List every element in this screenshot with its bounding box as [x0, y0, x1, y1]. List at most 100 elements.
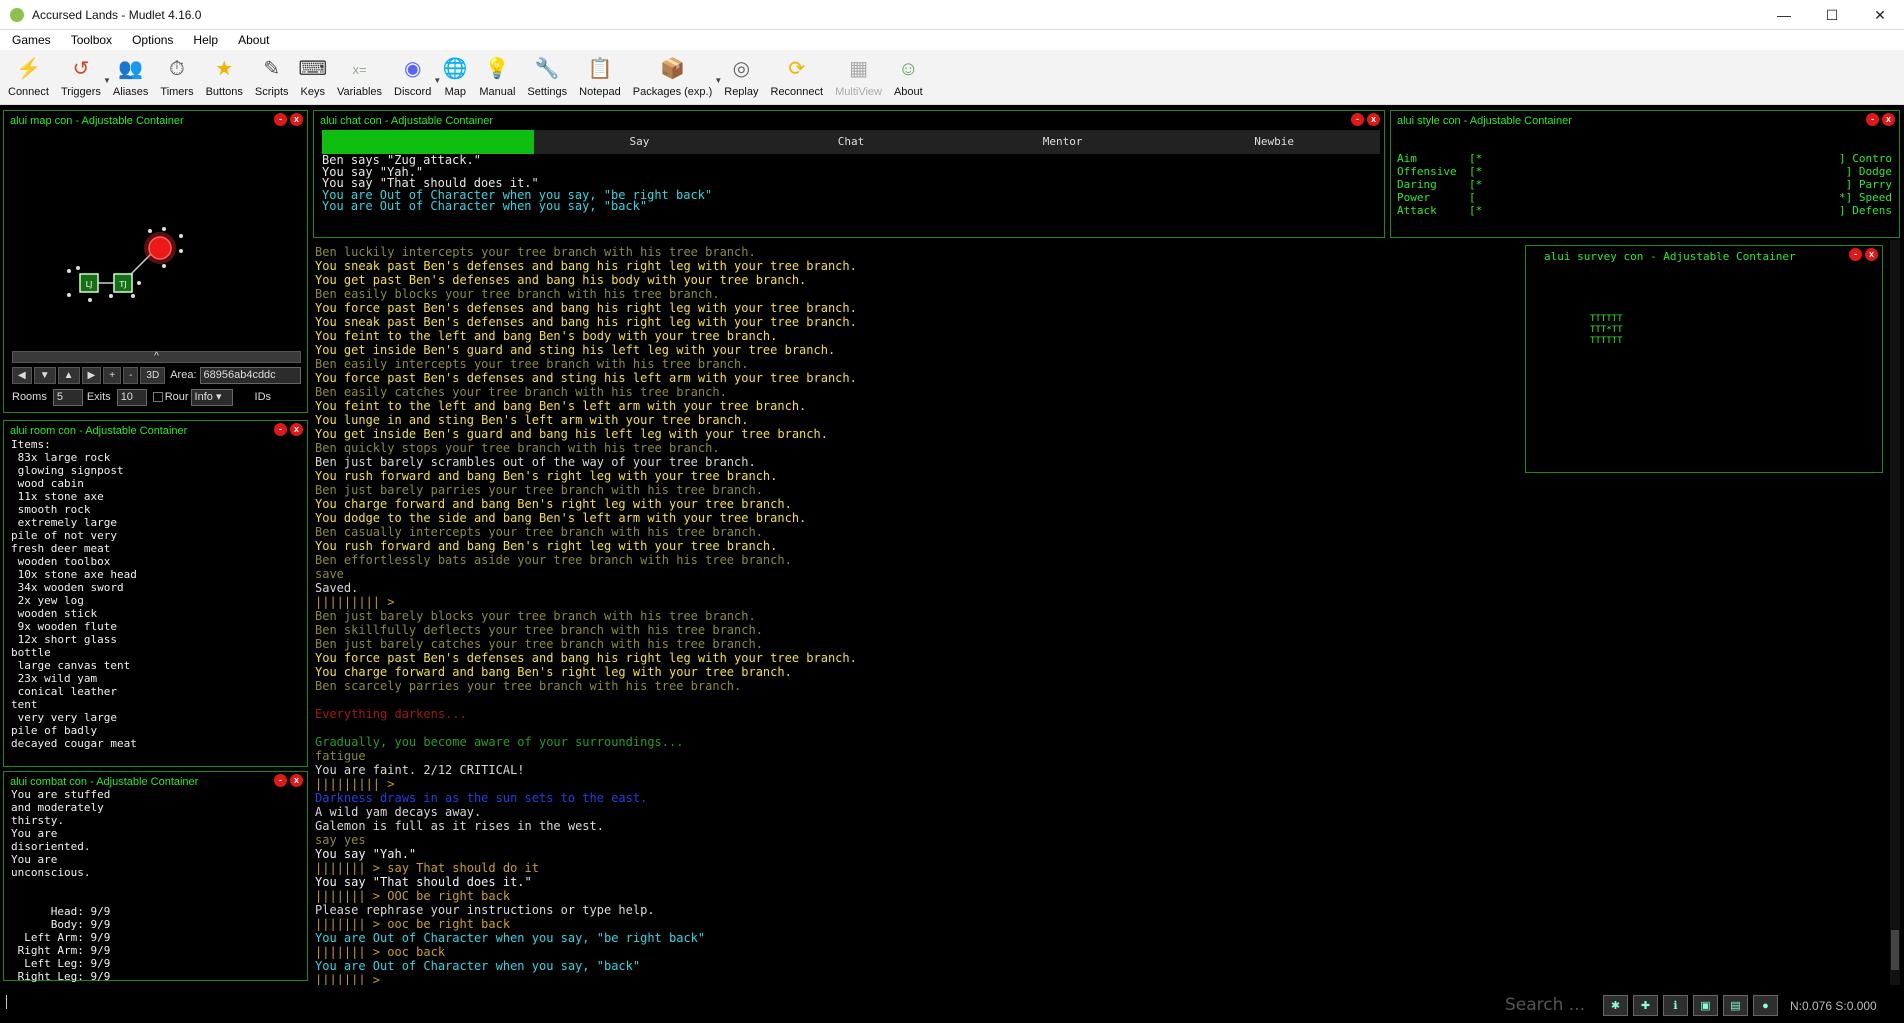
round-checkbox[interactable]: [152, 392, 163, 402]
scrollbar-thumb[interactable]: [1891, 930, 1899, 970]
toolbar-discord-button[interactable]: ◉ Discord ▼: [394, 50, 441, 105]
tab-newbie[interactable]: Newbie: [1168, 130, 1380, 154]
style-slider[interactable]: [*: [1469, 204, 1482, 217]
output-line: You force past Ben's defenses and bang h…: [315, 301, 857, 315]
style-container: alui style con - Adjustable Container -x…: [1390, 110, 1900, 238]
menu-options[interactable]: Options: [132, 33, 173, 47]
close-window-button[interactable]: ✕: [1856, 0, 1904, 30]
main-scrollbar[interactable]: [1890, 240, 1900, 990]
tab-chat[interactable]: Chat: [745, 130, 957, 154]
output-line: You force past Ben's defenses and bang h…: [315, 651, 857, 665]
dropdown-arrow-icon[interactable]: ▼: [714, 76, 722, 85]
info-icon[interactable]: ℹ: [1663, 995, 1688, 1016]
output-line: You sneak past Ben's defenses and bang h…: [315, 315, 857, 329]
toolbar-buttons-button[interactable]: ★ Buttons: [206, 50, 243, 105]
toolbar-reconnect-button[interactable]: ⟳ Reconnect: [771, 50, 824, 105]
toolbar-variables-button[interactable]: x= Variables: [337, 50, 382, 105]
map-3d-button[interactable]: 3D: [140, 366, 166, 384]
trigger-toggle-icon[interactable]: ✱: [1603, 995, 1628, 1016]
clock-icon: ⏱: [169, 58, 185, 80]
close-container-icon[interactable]: x: [1882, 113, 1895, 126]
output-line: Galemon is full as it rises in the west.: [315, 819, 604, 833]
style-right-label: ] Defens: [1839, 204, 1892, 217]
combat-status-line: Head: 9/9: [11, 905, 111, 918]
menu-toolbox[interactable]: Toolbox: [71, 33, 112, 47]
close-container-icon[interactable]: x: [290, 423, 303, 436]
toolbar-map-button[interactable]: 🌐 Map: [443, 50, 468, 105]
toolbar-aliases-button[interactable]: 👥 Aliases: [113, 50, 148, 105]
style-slider[interactable]: [: [1469, 191, 1476, 204]
output-line: You say "That should does it.": [315, 875, 532, 889]
chat-log: Ben says "Zug attack." You say "Yah." You …: [322, 154, 712, 213]
rooms-spinbox[interactable]: 5: [52, 388, 83, 406]
output-line: You sneak past Ben's defenses and bang h…: [315, 259, 857, 273]
menu-games[interactable]: Games: [12, 33, 51, 47]
toolbar-multiview-button[interactable]: ▦ MultiView: [835, 50, 882, 105]
replay-icon: ◎: [732, 58, 751, 80]
toolbar-connect-button[interactable]: ⚡ Connect: [8, 50, 49, 105]
style-slider[interactable]: [*: [1469, 152, 1482, 165]
tab-say[interactable]: Say: [534, 130, 746, 154]
toolbar-label: Settings: [527, 86, 568, 98]
minimize-container-icon[interactable]: -: [274, 774, 287, 787]
room-item: 83x large rock: [11, 451, 111, 464]
close-container-icon[interactable]: x: [290, 774, 303, 787]
map-nav-button[interactable]: -: [123, 366, 139, 384]
map-nav-button[interactable]: ▶: [81, 366, 102, 384]
screen-icon[interactable]: ▤: [1723, 995, 1748, 1016]
toolbar-packages-exp-button[interactable]: 📦 Packages (exp.) ▼: [633, 50, 722, 105]
toolbar-scripts-button[interactable]: ✎ Scripts: [255, 50, 289, 105]
timer-toggle-icon[interactable]: ✚: [1633, 995, 1658, 1016]
minimize-container-icon[interactable]: -: [1849, 248, 1862, 261]
minimize-container-icon[interactable]: -: [274, 423, 287, 436]
dropdown-arrow-icon[interactable]: ▼: [433, 76, 441, 85]
toolbar-keys-button[interactable]: ⌨ Keys: [298, 50, 327, 105]
map-nav-button[interactable]: ◀: [12, 366, 32, 384]
map-nav-button[interactable]: +: [103, 366, 122, 384]
gamepad-icon[interactable]: ▣: [1693, 995, 1718, 1016]
minimize-container-icon[interactable]: -: [1351, 113, 1364, 126]
variables-icon: x=: [352, 61, 367, 77]
search-field[interactable]: Search ...: [1505, 995, 1585, 1015]
toolbar-settings-button[interactable]: 🔧 Settings: [527, 50, 567, 105]
status-buttons: ✱ ✚ ℹ ▣ ▤ ●: [1603, 995, 1778, 1016]
exits-spinbox[interactable]: 10: [116, 388, 147, 406]
survey-container-title: alui survey con - Adjustable Container: [1544, 250, 1796, 263]
tab-mentor[interactable]: Mentor: [957, 130, 1169, 154]
window-controls: — ☐ ✕: [1760, 0, 1904, 30]
command-input[interactable]: [4, 991, 1404, 1017]
menu-help[interactable]: Help: [193, 33, 218, 47]
tab-all[interactable]: All: [322, 130, 534, 154]
toolbar-triggers-button[interactable]: ↺ Triggers ▼: [61, 50, 111, 105]
close-container-icon[interactable]: x: [1367, 113, 1380, 126]
toolbar-about-button[interactable]: ☺ About: [894, 50, 923, 105]
minimize-button[interactable]: —: [1760, 0, 1808, 30]
close-container-icon[interactable]: x: [1865, 248, 1878, 261]
area-value: 68956ab4cddc: [203, 368, 276, 381]
info-select[interactable]: Info ▾: [190, 388, 233, 406]
close-container-icon[interactable]: x: [290, 113, 303, 126]
style-left-label: Daring: [1397, 178, 1437, 191]
record-icon[interactable]: ●: [1753, 995, 1778, 1016]
toolbar-manual-button[interactable]: 💡 Manual: [479, 50, 515, 105]
combat-status-line: thirsty.: [11, 814, 64, 827]
menu-about[interactable]: About: [238, 33, 269, 47]
map-controls-toggle[interactable]: ^: [12, 351, 301, 363]
minimize-container-icon[interactable]: -: [274, 113, 287, 126]
style-slider[interactable]: [*: [1469, 178, 1482, 191]
maximize-button[interactable]: ☐: [1808, 0, 1856, 30]
map-nav-button[interactable]: ▲: [57, 366, 80, 384]
chat-container-title: alui chat con - Adjustable Container: [320, 115, 494, 127]
area-select[interactable]: 68956ab4cddc: [199, 366, 301, 384]
map-canvas[interactable]: LJ TJ: [54, 211, 204, 311]
style-right-label: *] Speed: [1839, 191, 1892, 204]
map-nav-button[interactable]: ▼: [33, 366, 56, 384]
room-item: bottle: [11, 646, 51, 659]
combat-status-line: You are: [11, 853, 58, 866]
toolbar-replay-button[interactable]: ◎ Replay: [724, 50, 758, 105]
minimize-container-icon[interactable]: -: [1866, 113, 1879, 126]
style-slider[interactable]: [*: [1469, 165, 1482, 178]
dropdown-arrow-icon[interactable]: ▼: [103, 76, 111, 85]
toolbar-timers-button[interactable]: ⏱ Timers: [160, 50, 193, 105]
toolbar-notepad-button[interactable]: 📋 Notepad: [579, 50, 621, 105]
